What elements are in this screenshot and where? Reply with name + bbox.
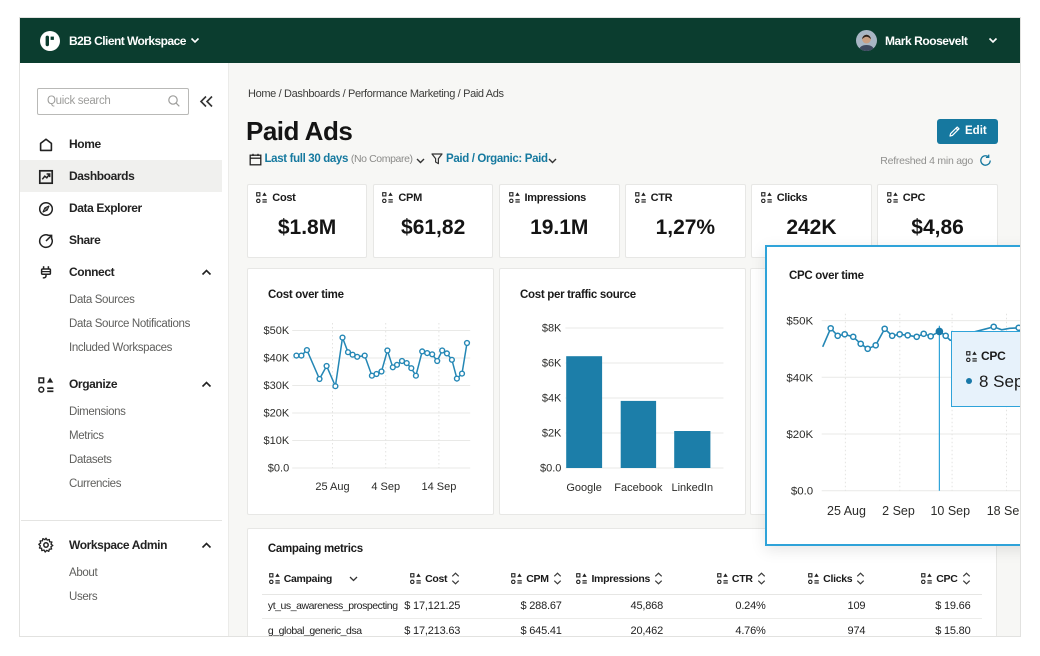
svg-text:$40K: $40K	[787, 372, 814, 384]
svg-text:$50K: $50K	[787, 316, 814, 328]
svg-text:$20K: $20K	[263, 408, 289, 420]
svg-text:Facebook: Facebook	[614, 482, 663, 494]
svg-text:$0.0: $0.0	[268, 463, 289, 475]
svg-text:14 Sep: 14 Sep	[421, 481, 456, 493]
svg-text:$2K: $2K	[541, 428, 561, 440]
svg-text:$10K: $10K	[263, 435, 289, 447]
svg-text:$30K: $30K	[263, 380, 289, 392]
svg-text:$4K: $4K	[541, 393, 561, 405]
svg-text:18 Sep: 18 Sep	[987, 504, 1020, 518]
svg-text:2 Sep: 2 Sep	[882, 504, 915, 518]
svg-text:$6K: $6K	[541, 358, 561, 370]
svg-text:25 Aug: 25 Aug	[827, 504, 866, 518]
svg-text:$20K: $20K	[787, 429, 814, 441]
svg-text:$50K: $50K	[263, 325, 289, 337]
svg-text:LinkedIn: LinkedIn	[671, 482, 713, 494]
svg-text:$0.0: $0.0	[540, 463, 561, 475]
svg-text:$8K: $8K	[541, 323, 561, 335]
svg-text:4 Sep: 4 Sep	[371, 481, 400, 493]
svg-text:Google: Google	[566, 482, 601, 494]
svg-text:10 Sep: 10 Sep	[931, 504, 971, 518]
svg-text:$40K: $40K	[263, 353, 289, 365]
svg-text:25 Aug: 25 Aug	[315, 481, 349, 493]
svg-text:$0.0: $0.0	[791, 486, 813, 498]
